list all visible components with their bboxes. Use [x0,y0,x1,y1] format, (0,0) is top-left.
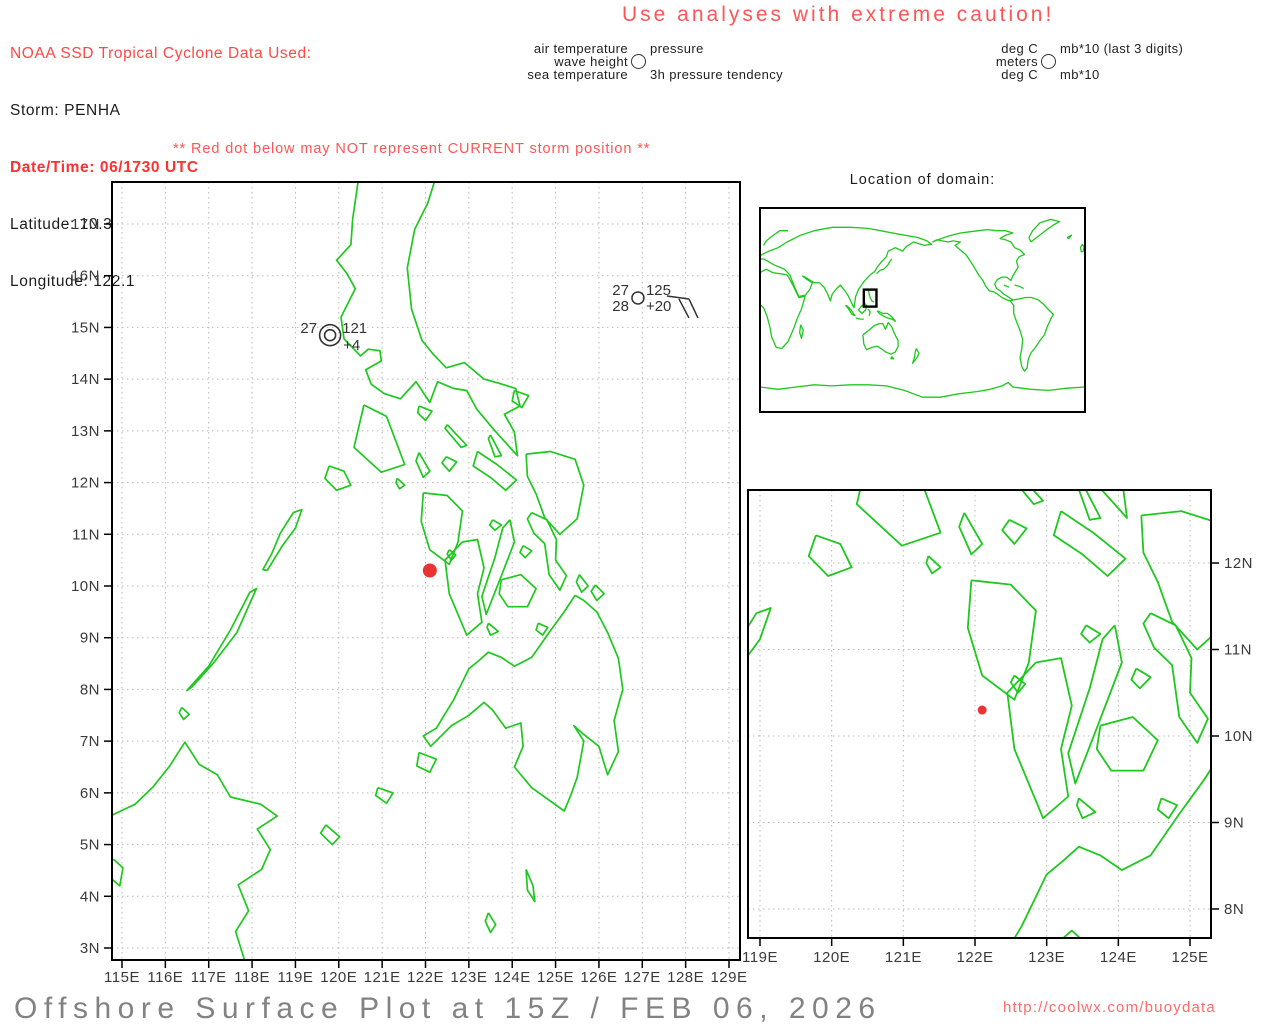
detail-map-x-label: 123E [1028,949,1065,966]
detail-map-grid [748,490,1211,938]
main-map-y-label: 8N [80,681,100,698]
main-map-y-label: 4N [80,888,100,905]
main-map-y-label: 10N [71,578,100,595]
detail-map-coastlines [445,57,1280,1024]
offshore-surface-plot: NOAA SSD Tropical Cyclone Data Used: Sto… [0,0,1280,1024]
station-air-temp: 27 [300,320,317,337]
main-map-x-label: 127E [624,969,661,986]
main-map-x-label: 122E [407,969,444,986]
main-map-y-label: 15N [71,319,100,336]
main-map-x-label: 123E [450,969,487,986]
detail-map-frame [748,490,1211,938]
detail-map-y-label: 12N [1224,555,1253,572]
main-map-y-label: 5N [80,837,100,854]
main-map-x-label: 124E [494,969,531,986]
main-map-x-label: 119E [277,969,313,986]
main-map-y-label: 12N [71,475,100,492]
main-map-y-label: 16N [71,268,100,285]
main-map-y-label: 3N [80,940,100,957]
station-plot: 27 121+4 [300,320,367,354]
main-map-y-label: 13N [71,423,100,440]
main-map-x-label: 121E [364,969,401,986]
station-symbol-icon [325,330,336,341]
plot-title: Offshore Surface Plot at 15Z / FEB 06, 2… [14,992,882,1024]
main-map-x-label: 115E [104,969,140,986]
detail-map-x-label: 122E [956,949,993,966]
detail-map-y-label: 11N [1224,642,1252,659]
wind-barb-icon [667,296,698,318]
storm-position-dot [423,563,437,577]
detail-map-y-label: 8N [1224,901,1244,918]
main-map-coastlines [105,180,623,964]
main-map-x-label: 118E [234,969,270,986]
main-map-x-label: 120E [320,969,357,986]
main-map-y-label: 7N [80,733,100,750]
detail-map-x-label: 121E [885,949,922,966]
source-url: http://coolwx.com/buoydata [1003,999,1216,1016]
detail-map-x-label: 125E [1171,949,1208,966]
main-map-y-label: 14N [71,371,100,388]
detail-map-x-label: 124E [1100,949,1137,966]
station-tendency: +20 [646,298,671,315]
station-plot: 2712528+20 [612,282,698,318]
station-pressure: 121 [342,320,367,337]
main-map-x-label: 129E [710,969,747,986]
main-map-y-label: 9N [80,630,100,647]
main-map-y-label: 6N [80,785,100,802]
detail-map-x-label: 120E [813,949,850,966]
main-map-x-label: 117E [191,969,227,986]
detail-map-y-label: 9N [1224,815,1244,832]
map-graphics: 115E 116E 117E 118E 119E 120E 121E 122E 123E 124E… [0,0,1280,1024]
station-symbol-icon [320,325,341,346]
storm-position-dot [978,706,987,715]
main-map-y-label: 11N [72,526,100,543]
station-tendency: +4 [343,337,360,354]
main-map-x-label: 126E [580,969,617,986]
detail-map-x-label: 119E [742,949,778,966]
main-map-x-label: 125E [537,969,574,986]
main-map-x-label: 116E [147,969,183,986]
station-sea-temp: 28 [612,298,629,315]
main-map-y-label: 17N [71,216,100,233]
detail-map-y-label: 10N [1224,728,1253,745]
main-map-x-label: 128E [667,969,704,986]
world-inset-coastlines [760,219,1085,397]
station-air-temp: 27 [612,282,629,299]
